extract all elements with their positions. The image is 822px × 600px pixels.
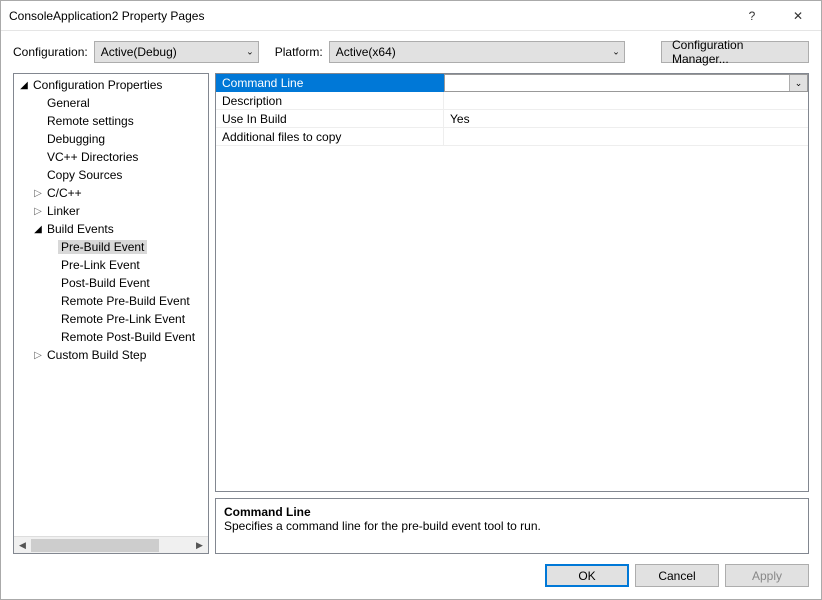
property-grid[interactable]: Command Line ⌄ DescriptionUse In BuildYesA… [215, 73, 809, 492]
tree-item[interactable]: Pre-Link Event [14, 256, 208, 274]
tree-item-label: General [44, 96, 93, 110]
tree[interactable]: ◢ Configuration Properties General Remot… [14, 74, 208, 536]
tree-item[interactable]: Pre-Build Event [14, 238, 208, 256]
property-row[interactable]: Command Line ⌄ [216, 74, 808, 92]
property-row[interactable]: Description [216, 92, 808, 110]
property-row[interactable]: Use In BuildYes [216, 110, 808, 128]
tree-item-label: Post-Build Event [58, 276, 153, 290]
right-pane: Command Line ⌄ DescriptionUse In BuildYesA… [215, 73, 809, 554]
tree-item[interactable]: Copy Sources [14, 166, 208, 184]
footer: OK Cancel Apply [1, 554, 821, 599]
expander-spacer [46, 278, 58, 289]
tree-item[interactable]: Remote Pre-Build Event [14, 292, 208, 310]
body-area: ◢ Configuration Properties General Remot… [1, 73, 821, 554]
tree-item-label: Remote Pre-Build Event [58, 294, 193, 308]
property-name: Description [216, 92, 444, 110]
tree-item[interactable]: Remote Pre-Link Event [14, 310, 208, 328]
tree-item-label: VC++ Directories [44, 150, 141, 164]
expander-spacer [32, 170, 44, 181]
tree-root[interactable]: ◢ Configuration Properties [14, 76, 208, 94]
close-button[interactable]: ✕ [775, 1, 821, 31]
cancel-button[interactable]: Cancel [635, 564, 719, 587]
description-box: Command Line Specifies a command line fo… [215, 498, 809, 554]
tree-item[interactable]: General [14, 94, 208, 112]
expander-spacer [32, 98, 44, 109]
tree-item[interactable]: Remote Post-Build Event [14, 328, 208, 346]
tree-item-label: Debugging [44, 132, 108, 146]
expander-spacer [46, 332, 58, 343]
expander-spacer [46, 296, 58, 307]
ok-button[interactable]: OK [545, 564, 629, 587]
tree-pane: ◢ Configuration Properties General Remot… [13, 73, 209, 554]
help-button[interactable]: ? [729, 1, 775, 31]
close-icon: ✕ [793, 9, 803, 23]
expander-icon[interactable]: ▷ [32, 206, 44, 217]
tree-item-label: Remote Pre-Link Event [58, 312, 188, 326]
property-value[interactable] [444, 128, 808, 146]
horizontal-scrollbar[interactable]: ◀ ▶ [14, 536, 208, 553]
tree-item[interactable]: ◢Build Events [14, 220, 208, 238]
chevron-down-icon: ⌄ [246, 47, 254, 58]
tree-item-label: Copy Sources [44, 168, 125, 182]
tree-item-label: Linker [44, 204, 83, 218]
tree-item-label: Custom Build Step [44, 348, 149, 362]
tree-root-label: Configuration Properties [30, 78, 165, 92]
platform-combo[interactable]: Active(x64) ⌄ [329, 41, 625, 63]
dropdown-button[interactable]: ⌄ [789, 75, 807, 91]
expander-icon[interactable]: ▷ [32, 188, 44, 199]
expander-spacer [32, 152, 44, 163]
tree-item[interactable]: VC++ Directories [14, 148, 208, 166]
tree-item-label: Build Events [44, 222, 117, 236]
property-name: Additional files to copy [216, 128, 444, 146]
scroll-right-button[interactable]: ▶ [191, 537, 208, 553]
platform-value: Active(x64) [336, 45, 396, 59]
platform-label: Platform: [275, 45, 323, 59]
tree-item[interactable]: ▷C/C++ [14, 184, 208, 202]
titlebar: ConsoleApplication2 Property Pages ? ✕ [1, 1, 821, 31]
expander-icon[interactable]: ◢ [32, 224, 44, 235]
tree-item-label: Remote Post-Build Event [58, 330, 198, 344]
expander-spacer [46, 260, 58, 271]
tree-item[interactable]: Debugging [14, 130, 208, 148]
property-value[interactable]: Yes [444, 110, 808, 128]
description-title: Command Line [224, 505, 800, 519]
configuration-manager-button[interactable]: Configuration Manager... [661, 41, 809, 63]
property-name: Use In Build [216, 110, 444, 128]
description-text: Specifies a command line for the pre-bui… [224, 519, 800, 533]
property-name: Command Line [216, 74, 444, 92]
tree-item[interactable]: ▷Linker [14, 202, 208, 220]
tree-item-label: C/C++ [44, 186, 85, 200]
property-value[interactable]: ⌄ [444, 74, 808, 92]
expander-icon[interactable]: ◢ [18, 80, 30, 91]
property-value[interactable] [444, 92, 808, 110]
expander-spacer [32, 134, 44, 145]
chevron-down-icon: ⌄ [612, 47, 620, 58]
tree-item[interactable]: ▷Custom Build Step [14, 346, 208, 364]
apply-button[interactable]: Apply [725, 564, 809, 587]
scroll-thumb[interactable] [31, 539, 159, 552]
expander-spacer [46, 314, 58, 325]
window-title: ConsoleApplication2 Property Pages [9, 9, 729, 23]
property-pages-dialog: ConsoleApplication2 Property Pages ? ✕ C… [0, 0, 822, 600]
tree-item[interactable]: Post-Build Event [14, 274, 208, 292]
tree-item-label: Pre-Build Event [58, 240, 147, 254]
tree-item[interactable]: Remote settings [14, 112, 208, 130]
configuration-value: Active(Debug) [101, 45, 177, 59]
tree-item-label: Pre-Link Event [58, 258, 143, 272]
scroll-left-button[interactable]: ◀ [14, 537, 31, 553]
tree-item-label: Remote settings [44, 114, 137, 128]
configuration-combo[interactable]: Active(Debug) ⌄ [94, 41, 259, 63]
expander-spacer [46, 242, 58, 253]
scroll-track[interactable] [31, 537, 191, 553]
expander-spacer [32, 116, 44, 127]
configuration-label: Configuration: [13, 45, 88, 59]
config-toolbar: Configuration: Active(Debug) ⌄ Platform:… [1, 31, 821, 73]
expander-icon[interactable]: ▷ [32, 350, 44, 361]
help-icon: ? [749, 9, 756, 23]
property-row[interactable]: Additional files to copy [216, 128, 808, 146]
